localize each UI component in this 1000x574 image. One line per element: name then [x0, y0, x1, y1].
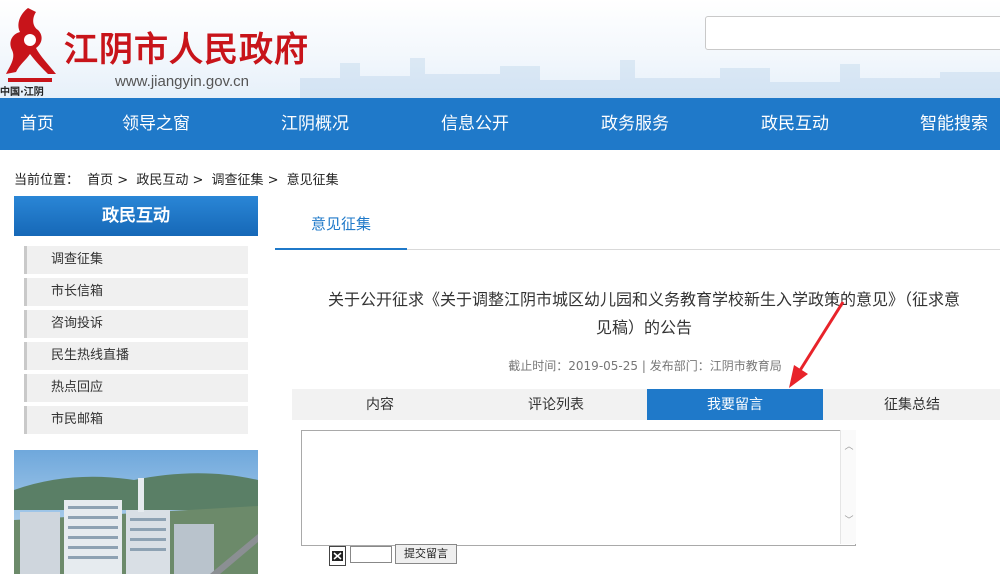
captcha-input[interactable]	[350, 546, 392, 563]
breadcrumb-survey[interactable]: 调查征集 >	[212, 173, 279, 188]
sidebar-item-hotline-live[interactable]: 民生热线直播	[24, 342, 248, 370]
submit-comment-button[interactable]: 提交留言	[395, 544, 457, 564]
breadcrumb: 当前位置： 首页 > 政民互动 > 调查征集 > 意见征集	[14, 169, 343, 188]
city-photo	[14, 450, 258, 574]
sidebar-item-survey[interactable]: 调查征集	[24, 246, 248, 274]
nav-item-gov-services[interactable]: 政务服务	[601, 98, 669, 150]
logo-subtitle: 中国·江阴	[0, 87, 44, 98]
nav-item-home[interactable]: 首页	[20, 98, 54, 150]
jiangyin-logo-icon	[6, 8, 56, 82]
section-tab-strip: 意见征集	[275, 196, 1000, 250]
search-input[interactable]	[705, 16, 1000, 50]
sidebar-item-hot-response[interactable]: 热点回应	[24, 374, 248, 402]
sidebar-menu: 调查征集 市长信箱 咨询投诉 民生热线直播 热点回应 市民邮箱	[24, 246, 248, 438]
site-title[interactable]: 江阴市人民政府	[64, 22, 309, 71]
site-url: www.jiangyin.gov.cn	[115, 73, 249, 90]
nav-item-smart-search[interactable]: 智能搜索	[920, 98, 988, 150]
nav-item-leaders[interactable]: 领导之窗	[122, 98, 190, 150]
nav-item-overview[interactable]: 江阴概况	[281, 98, 349, 150]
breadcrumb-interaction[interactable]: 政民互动 >	[136, 173, 203, 188]
sidebar: 政民互动 调查征集 市长信箱 咨询投诉 民生热线直播 热点回应 市民邮箱	[14, 196, 258, 574]
subtab-summary[interactable]: 征集总结	[824, 389, 1000, 420]
article-meta: 截止时间：2019-05-25 | 发布部门：江阴市教育局	[508, 359, 782, 373]
sidebar-item-citizen-mail[interactable]: 市民邮箱	[24, 406, 248, 434]
captcha-image	[329, 546, 346, 566]
nav-item-info-disclosure[interactable]: 信息公开	[441, 98, 509, 150]
comment-textarea[interactable]	[301, 430, 856, 546]
sidebar-item-consult-complaint[interactable]: 咨询投诉	[24, 310, 248, 338]
breadcrumb-prefix: 当前位置：	[14, 173, 80, 188]
article-title-line-2: 见稿）的公告	[595, 318, 692, 337]
subtab-content[interactable]: 内容	[292, 389, 468, 420]
article-title-line-1: 关于公开征求《关于调整江阴市城区幼儿园和义务教育学校新生入学政策的意见》（征求意	[327, 290, 960, 309]
captcha-icon	[332, 551, 343, 561]
subtab-comment-list[interactable]: 评论列表	[468, 389, 644, 420]
nav-item-interaction[interactable]: 政民互动	[761, 98, 829, 150]
breadcrumb-home[interactable]: 首页 >	[87, 173, 128, 188]
subtab-leave-message[interactable]: 我要留言	[647, 389, 823, 420]
tab-opinion-collection[interactable]: 意见征集	[275, 196, 407, 250]
main-nav: 首页 领导之窗 江阴概况 信息公开 政务服务 政民互动 智能搜索	[0, 98, 1000, 150]
sidebar-item-mayor-mailbox[interactable]: 市长信箱	[24, 278, 248, 306]
sidebar-title: 政民互动	[14, 196, 258, 236]
article-subtabs: 内容 评论列表 我要留言 征集总结	[292, 389, 1000, 420]
article-title: 关于公开征求《关于调整江阴市城区幼儿园和义务教育学校新生入学政策的意见》（征求意…	[288, 286, 1000, 342]
site-header: 中国·江阴 江阴市人民政府 www.jiangyin.gov.cn	[0, 0, 1000, 98]
breadcrumb-current: 意见征集	[286, 173, 339, 188]
